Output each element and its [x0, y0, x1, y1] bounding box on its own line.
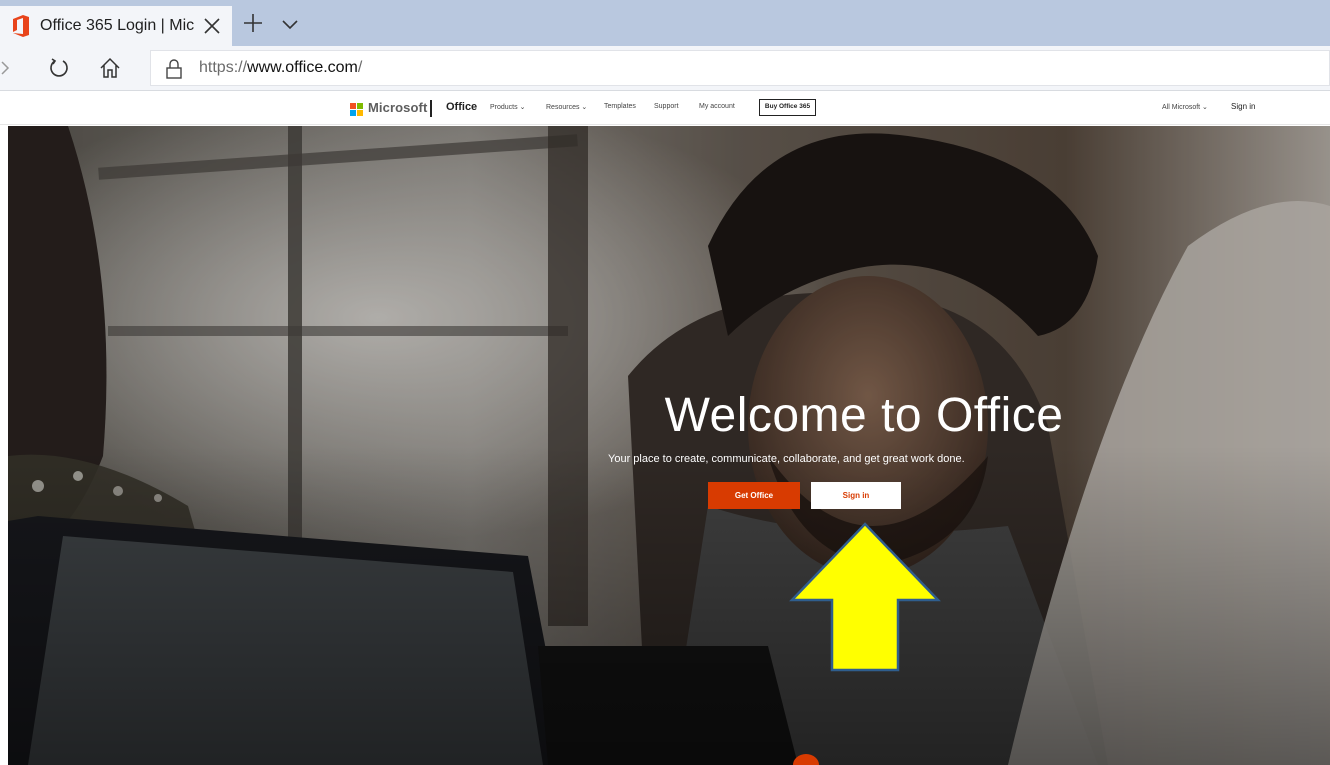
nav-my-account[interactable]: My account [699, 103, 735, 110]
hero-title: Welcome to Office [664, 389, 1064, 442]
microsoft-logo-icon[interactable] [350, 103, 364, 117]
logo-square-red [350, 103, 356, 109]
microsoft-brand[interactable]: Microsoft [368, 100, 427, 115]
logo-square-yellow [357, 110, 363, 116]
url-protocol: https:// [199, 59, 248, 76]
get-office-button[interactable]: Get Office [708, 482, 800, 509]
hero-banner: Welcome to Office Your place to create, … [8, 126, 1330, 765]
refresh-icon[interactable] [48, 57, 70, 79]
annotation-arrow-up-icon [789, 522, 941, 672]
nav-support[interactable]: Support [654, 103, 679, 110]
brand-divider [430, 100, 432, 117]
tab-strip: Office 365 Login | Micrc [0, 0, 1330, 46]
nav-templates[interactable]: Templates [604, 103, 636, 110]
logo-square-blue [350, 110, 356, 116]
url-text: https://www.office.com/ [199, 59, 362, 77]
home-icon[interactable] [98, 56, 122, 80]
nav-resources[interactable]: Resources ⌄ [546, 103, 587, 111]
buy-office-button[interactable]: Buy Office 365 [759, 99, 816, 116]
url-host: www.office.com [247, 59, 358, 76]
chevron-down-icon[interactable] [280, 14, 300, 34]
hero-sign-in-button[interactable]: Sign in [811, 482, 901, 509]
url-path: / [357, 59, 363, 76]
close-icon[interactable] [202, 16, 222, 36]
tab-title: Office 365 Login | Micrc [40, 17, 195, 34]
hero-photo [8, 126, 1330, 765]
logo-square-green [357, 103, 363, 109]
all-microsoft-menu[interactable]: All Microsoft ⌄ [1162, 103, 1208, 111]
address-bar-row: https://www.office.com/ [0, 46, 1330, 91]
site-header: Microsoft Office Products ⌄ Resources ⌄ … [0, 92, 1330, 125]
nav-products[interactable]: Products ⌄ [490, 103, 525, 111]
header-sign-in-link[interactable]: Sign in [1231, 102, 1255, 111]
forward-icon[interactable] [0, 58, 10, 78]
office-favicon-icon [13, 15, 29, 37]
hero-subtitle: Your place to create, communicate, colla… [608, 453, 965, 465]
new-tab-icon[interactable] [242, 12, 264, 34]
lock-icon [166, 59, 182, 79]
url-field[interactable]: https://www.office.com/ [150, 50, 1330, 86]
office-brand[interactable]: Office [446, 101, 477, 113]
browser-tab-office[interactable]: Office 365 Login | Micrc [0, 6, 232, 46]
